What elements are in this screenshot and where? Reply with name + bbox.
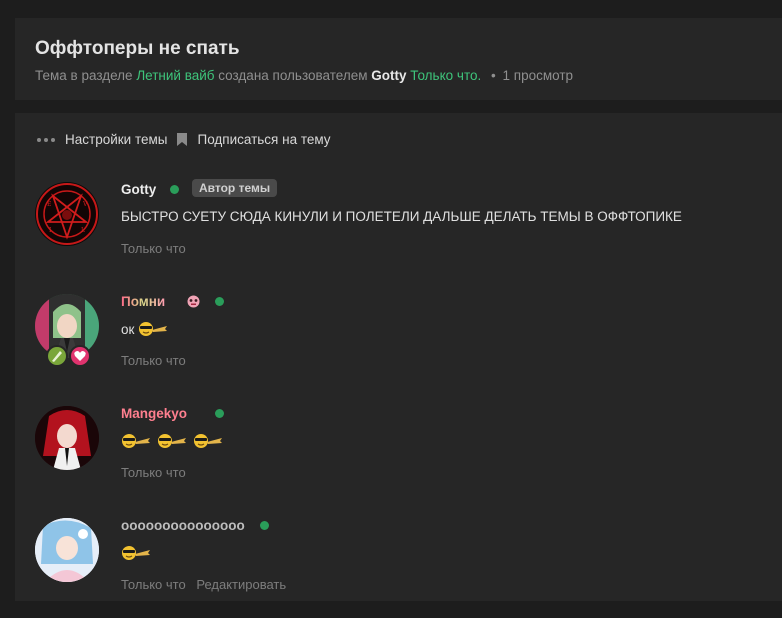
cool-emoji-icon [194, 434, 222, 448]
cool-emoji-icon [139, 322, 168, 336]
post-meta: Только что [121, 465, 193, 480]
post-username[interactable]: Gotty [121, 182, 156, 197]
heart-badge-icon [69, 345, 91, 367]
created-time: Только что. [410, 68, 482, 83]
view-count: 1 просмотр [502, 68, 574, 83]
pencil-badge-icon [46, 345, 68, 367]
section-link[interactable]: Летний вайб [136, 68, 214, 83]
author-badge: Автор темы [192, 179, 278, 197]
cool-emoji-icon [122, 434, 150, 448]
meta-created-by: создана пользователем [218, 68, 368, 83]
svg-text:V: V [82, 201, 88, 208]
page-title: Оффтоперы не спать [35, 38, 240, 59]
online-status-icon [170, 185, 179, 194]
author-link[interactable]: Gotty [371, 68, 406, 83]
avatar[interactable]: E V I L [35, 182, 99, 246]
meta-prefix: Тема в разделе [35, 68, 133, 83]
post-message: ок [121, 321, 168, 337]
thread-toolbar: Настройки темы Подписаться на тему [37, 132, 331, 147]
avatar[interactable] [35, 518, 99, 582]
post-item: E V I L Gotty Автор темы БЫСТРО СУЕТУ СЮ… [35, 179, 755, 282]
post-meta: Только что Редактировать [121, 577, 293, 592]
post-time[interactable]: Только что [121, 577, 186, 592]
meta-separator: • [491, 68, 496, 83]
post-message [121, 433, 223, 449]
post-username[interactable]: Помни [121, 294, 165, 309]
bookmark-icon [177, 133, 188, 146]
online-status-icon [215, 409, 224, 418]
thread-settings-button[interactable]: Настройки темы [65, 132, 167, 147]
svg-text:L: L [81, 227, 85, 234]
post-meta: Только что [121, 241, 193, 256]
post-item: Помни ок Только что [35, 294, 755, 394]
anime-avatar-icon [35, 406, 99, 470]
post-username[interactable]: ooooooooooooooo [121, 518, 245, 533]
pentagram-icon: E V I L [36, 183, 98, 245]
post-message: БЫСТРО СУЕТУ СЮДА КИНУЛИ И ПОЛЕТЕЛИ ДАЛЬ… [121, 209, 682, 224]
post-item: ooooooooooooooo Только что Редактировать [35, 518, 755, 618]
post-time[interactable]: Только что [121, 465, 186, 480]
post-time[interactable]: Только что [121, 353, 186, 368]
svg-text:E: E [47, 201, 51, 208]
more-dots-icon [37, 137, 59, 143]
username-icon [187, 295, 200, 308]
post-meta: Только что [121, 353, 193, 368]
anime-avatar-icon [35, 518, 99, 582]
post-username[interactable]: Mangekyo [121, 406, 187, 421]
thread-header: Оффтоперы не спать Тема в разделе Летний… [15, 18, 782, 100]
online-status-icon [260, 521, 269, 530]
avatar[interactable] [35, 406, 99, 470]
post-message-text: ок [121, 321, 135, 337]
thread-meta: Тема в разделе Летний вайб создана польз… [35, 68, 573, 83]
post-message [121, 545, 151, 561]
cool-emoji-icon [158, 434, 186, 448]
post-item: Mangekyo Только что [35, 406, 755, 506]
post-time[interactable]: Только что [121, 241, 186, 256]
online-status-icon [215, 297, 224, 306]
subscribe-button[interactable]: Подписаться на тему [197, 132, 330, 147]
edit-link[interactable]: Редактировать [196, 577, 286, 592]
cool-emoji-icon [122, 546, 150, 560]
posts-panel: Настройки темы Подписаться на тему E V I… [15, 113, 782, 601]
